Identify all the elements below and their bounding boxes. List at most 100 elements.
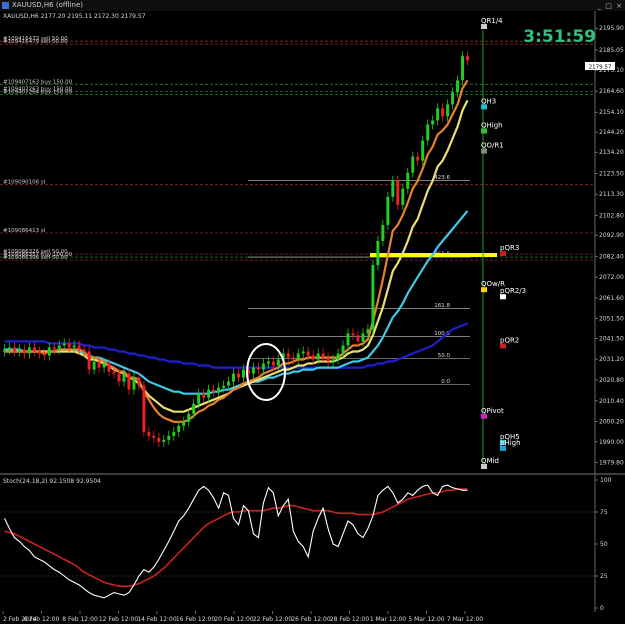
stoch-tick-label: 75 [600, 509, 608, 516]
price-tick-label: 2061.60 [599, 295, 624, 302]
price-tick-label: 2020.80 [599, 377, 624, 384]
candle-body [122, 373, 126, 382]
candle-body [266, 361, 270, 364]
candle-body [142, 385, 146, 432]
price-tick-label: 2041.50 [599, 335, 624, 342]
candle-body [431, 120, 435, 125]
candle-body [336, 353, 340, 360]
candle-body [157, 437, 161, 442]
candle-body [102, 363, 106, 368]
price-tick-label: 2123.50 [599, 171, 624, 178]
candle-body [167, 435, 171, 440]
price-tick-label: 2072.00 [599, 274, 624, 281]
candle-body [391, 180, 395, 197]
candle-body [17, 349, 21, 352]
price-tick-label: 2144.20 [599, 129, 624, 136]
stoch-tick-label: 50 [600, 541, 608, 548]
candle-body [386, 196, 390, 225]
price-tick-label: 2000.20 [599, 418, 624, 425]
candle-body [366, 329, 370, 334]
candle-body [117, 373, 121, 382]
time-tick-label: 12 Feb 12:00 [99, 616, 139, 623]
candle-body [162, 439, 166, 442]
candle-body [466, 56, 470, 61]
time-tick-label: 1 Mar 12:00 [370, 616, 406, 623]
candle-body [187, 413, 191, 422]
price-tick-label: 2102.80 [599, 212, 624, 219]
price-tick-label: 2164.60 [599, 88, 624, 95]
candle-body [107, 363, 111, 372]
candle-body [62, 343, 66, 346]
price-tick-label: 2010.40 [599, 398, 624, 405]
candle-body [306, 351, 310, 356]
candle-body [57, 345, 61, 350]
time-tick-label: 20 Feb 12:00 [214, 616, 254, 623]
price-chart[interactable]: XAUUSD,H6 2177.20 2195.11 2172.30 2179.5… [0, 0, 625, 624]
candle-body [301, 351, 305, 354]
stoch-tick-label: 25 [600, 573, 608, 580]
order-label: #109086398 sell 50.00 [3, 255, 68, 261]
stoch-tick-label: 0 [600, 605, 604, 612]
candle-body [192, 403, 196, 414]
candle-body [401, 188, 405, 205]
candle-body [222, 385, 226, 388]
time-tick-label: 28 Feb 12:00 [330, 616, 370, 623]
price-tick-label: 2195.90 [599, 25, 624, 32]
candle-body [132, 377, 136, 390]
time-tick-label: 22 Feb 12:00 [253, 616, 293, 623]
candle-body [271, 361, 275, 366]
candle-body [37, 351, 41, 354]
order-label: #109407264 buy 150.00 [3, 89, 73, 95]
candle-body [236, 373, 240, 378]
price-tick-label: 2082.40 [599, 253, 624, 260]
candle-body [356, 335, 360, 342]
time-tick-label: 14 Feb 12:00 [137, 616, 177, 623]
candle-body [72, 345, 76, 348]
fib-label: 50.0 [438, 353, 451, 359]
candle-body [411, 156, 415, 173]
candle-body [87, 351, 91, 370]
candle-body [137, 377, 141, 386]
time-tick-label: 8 Feb 12:00 [62, 616, 98, 623]
candle-body [261, 363, 265, 370]
candle-body [311, 355, 315, 360]
pivot-label: QH3 [481, 97, 496, 105]
candle-body [172, 431, 176, 436]
candle-body [251, 367, 255, 374]
candle-body [127, 373, 131, 390]
pivot-label: pQR2 [500, 336, 519, 344]
candle-body [147, 431, 151, 436]
candle-body [207, 389, 211, 398]
candle-body [217, 387, 221, 392]
fib-label: 0.0 [441, 379, 450, 385]
candle-body [22, 349, 26, 354]
candle-body [256, 367, 260, 370]
price-tick-label: 2092.90 [599, 232, 624, 239]
candle-body [2, 349, 6, 352]
candle-body [296, 353, 300, 360]
price-tick-label: 1979.80 [599, 459, 624, 466]
candle-body [27, 347, 31, 354]
stoch-label: Stoch(24,18,2) 92.1508 92.9504 [3, 478, 101, 485]
candle-body [12, 347, 16, 352]
candle-body [426, 124, 430, 141]
candle-body [97, 361, 101, 368]
stoch-tick-label: 100 [600, 477, 612, 484]
fib-label: 423.6 [434, 175, 450, 181]
time-tick-label: 16 Feb 12:00 [176, 616, 216, 623]
candle-body [92, 361, 96, 370]
price-tick-label: 2154.10 [599, 109, 624, 116]
candle-body [212, 389, 216, 392]
candle-body [396, 180, 400, 205]
time-tick-label: 6 Feb 12:00 [24, 616, 60, 623]
time-tick-label: 5 Mar 12:00 [408, 616, 444, 623]
pivot-label: QPivot [481, 407, 504, 415]
pivot-label: QMid [481, 457, 499, 465]
candle-body [52, 347, 56, 350]
candle-body [276, 359, 280, 366]
price-tick-label: 2051.50 [599, 315, 624, 322]
candle-body [286, 353, 290, 358]
pivot-label: QO/R1 [481, 142, 504, 150]
candle-body [446, 104, 450, 117]
candle-body [321, 353, 325, 358]
